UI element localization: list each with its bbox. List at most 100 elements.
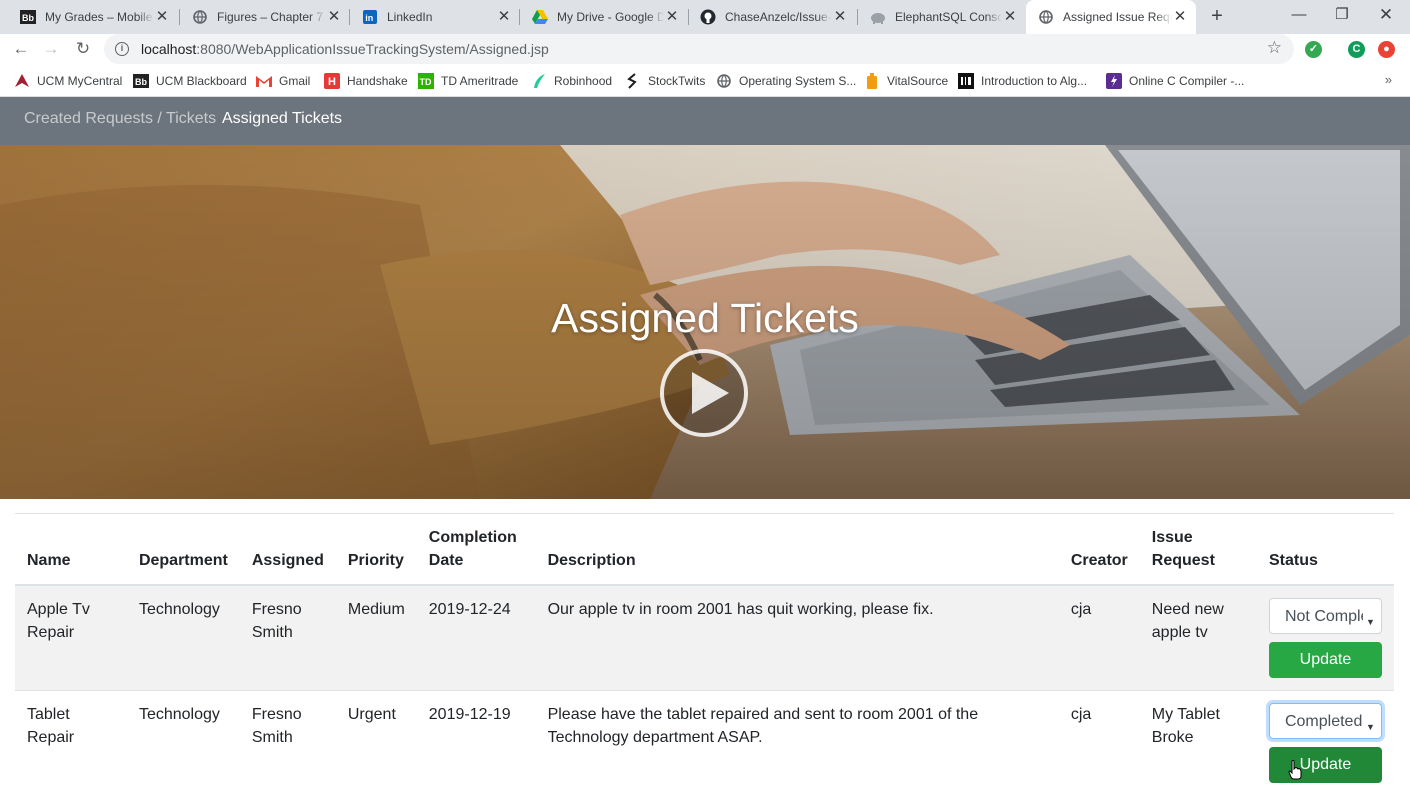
back-arrow-icon[interactable]: ← [10, 38, 32, 60]
bookmark-label: Operating System S... [739, 74, 856, 88]
extension-record-icon[interactable]: ● [1378, 41, 1395, 58]
bookmark-star-icon[interactable]: ☆ [1267, 38, 1282, 58]
browser-tab[interactable]: Figures – Chapter 7 ✕ [180, 0, 350, 34]
bookmark-item[interactable]: UCM MyCentral [14, 72, 122, 90]
browser-tab[interactable]: Bb My Grades – Mobile ✕ [8, 0, 178, 34]
bookmark-item[interactable]: TD TD Ameritrade [418, 72, 518, 90]
blackboard-icon: Bb [133, 73, 149, 89]
close-icon[interactable]: ✕ [664, 9, 680, 25]
svg-text:Bb: Bb [135, 77, 147, 87]
column-header-description: Description [536, 514, 1059, 585]
compiler-icon [1106, 73, 1122, 89]
svg-text:H: H [328, 76, 336, 88]
cell-department: Technology [127, 691, 240, 795]
close-icon[interactable]: ✕ [1172, 9, 1188, 25]
td-icon: TD [418, 73, 434, 89]
address-url[interactable]: localhost:8080/WebApplicationIssueTracki… [141, 41, 549, 57]
bookmark-label: VitalSource [887, 74, 948, 88]
minimize-icon[interactable]: — [1287, 4, 1311, 26]
cell-assigned: Fresno Smith [240, 585, 336, 691]
svg-text:Bb: Bb [22, 13, 34, 23]
nav-link-created-requests[interactable]: Created Requests / Tickets [24, 110, 216, 128]
bookmark-label: UCM MyCentral [37, 74, 122, 88]
bookmark-label: Robinhood [554, 74, 612, 88]
column-header-issue-request: Issue Request [1140, 514, 1257, 585]
bookmark-label: TD Ameritrade [441, 74, 518, 88]
assigned-tickets-table: Name Department Assigned Priority Comple… [15, 514, 1394, 795]
table-row: Apple Tv Repair Technology Fresno Smith … [15, 585, 1394, 691]
browser-tab[interactable]: in LinkedIn ✕ [350, 0, 520, 34]
hand-cursor-icon [1288, 760, 1302, 780]
browser-tab-active[interactable]: Assigned Issue Reque ✕ [1026, 0, 1196, 34]
status-select[interactable]: Completed ▼ [1269, 703, 1382, 739]
tab-title: ElephantSQL Console [895, 10, 1002, 24]
cell-assigned: Fresno Smith [240, 691, 336, 795]
update-button[interactable]: Update [1269, 747, 1382, 783]
update-button[interactable]: Update [1269, 642, 1382, 678]
maximize-icon[interactable]: ❐ [1330, 4, 1354, 26]
vitalsource-icon [864, 73, 880, 89]
chevron-down-icon: ▼ [1366, 611, 1375, 634]
forward-arrow-icon[interactable]: → [40, 38, 62, 60]
globe-icon [716, 73, 732, 89]
window-close-icon[interactable]: ✕ [1374, 4, 1398, 26]
browser-tab[interactable]: My Drive - Google Dr ✕ [520, 0, 688, 34]
cell-description: Our apple tv in room 2001 has quit worki… [536, 585, 1059, 691]
bookmark-item[interactable]: Operating System S... [716, 72, 856, 90]
bookmark-label: StockTwits [648, 74, 705, 88]
bookmarks-overflow-icon[interactable]: » [1385, 72, 1392, 87]
bookmark-label: Handshake [347, 74, 408, 88]
close-icon[interactable]: ✕ [496, 9, 512, 25]
bookmark-label: Online C Compiler -... [1129, 74, 1244, 88]
close-icon[interactable]: ✕ [832, 9, 848, 25]
browser-toolbar: ← → ↻ i localhost:8080/WebApplicationIss… [0, 34, 1410, 65]
browser-tab[interactable]: ElephantSQL Console ✕ [858, 0, 1026, 34]
new-tab-plus-icon[interactable]: + [1206, 5, 1228, 27]
address-bar[interactable]: i localhost:8080/WebApplicationIssueTrac… [104, 34, 1294, 64]
elephantsql-icon [870, 9, 886, 25]
close-icon[interactable]: ✕ [1002, 9, 1018, 25]
tab-title: Figures – Chapter 7 [217, 10, 326, 24]
hero-title: Assigned Tickets [0, 295, 1410, 342]
bookmark-item[interactable]: Robinhood [531, 72, 612, 90]
column-header-creator: Creator [1059, 514, 1140, 585]
bookmark-item[interactable]: Gmail [256, 72, 310, 90]
linkedin-icon: in [362, 9, 378, 25]
bookmark-item[interactable]: H Handshake [324, 72, 408, 90]
bookmark-label: Gmail [279, 74, 310, 88]
play-icon[interactable] [659, 348, 749, 438]
stocktwits-icon [625, 73, 641, 89]
github-icon [700, 9, 716, 25]
google-drive-icon [532, 9, 548, 25]
bookmark-item[interactable]: Bb UCM Blackboard [133, 72, 247, 90]
book-icon [958, 73, 974, 89]
bookmark-item[interactable]: StockTwits [625, 72, 705, 90]
cell-name: Apple Tv Repair [15, 585, 127, 691]
bookmark-item[interactable]: VitalSource [864, 72, 948, 90]
chevron-down-icon: ▼ [1366, 716, 1375, 739]
status-select[interactable]: Not Completed ▼ [1269, 598, 1382, 634]
table-header-row: Name Department Assigned Priority Comple… [15, 514, 1394, 585]
bookmark-item[interactable]: Introduction to Alg... [958, 72, 1087, 90]
close-icon[interactable]: ✕ [326, 9, 342, 25]
tab-title: My Grades – Mobile [45, 10, 154, 24]
column-header-department: Department [127, 514, 240, 585]
close-icon[interactable]: ✕ [154, 9, 170, 25]
info-icon[interactable]: i [115, 42, 129, 56]
cell-status: Not Completed ▼ Update [1257, 585, 1394, 691]
column-header-status: Status [1257, 514, 1394, 585]
cell-priority: Medium [336, 585, 417, 691]
browser-tab[interactable]: ChaseAnzelc/Issue-T ✕ [688, 0, 856, 34]
extension-check-icon[interactable]: ✓ [1305, 41, 1322, 58]
app-navbar: Created Requests / Tickets Assigned Tick… [0, 97, 1410, 145]
cell-creator: cja [1059, 585, 1140, 691]
cell-name: Tablet Repair [15, 691, 127, 795]
nav-link-assigned-tickets[interactable]: Assigned Tickets [222, 110, 342, 128]
blackboard-icon: Bb [20, 9, 36, 25]
bookmark-item[interactable]: Online C Compiler -... [1106, 72, 1244, 90]
reload-icon[interactable]: ↻ [72, 38, 94, 60]
tab-title: My Drive - Google Dr [557, 10, 664, 24]
svg-text:TD: TD [420, 77, 432, 87]
profile-avatar[interactable]: C [1348, 41, 1365, 58]
bookmark-label: UCM Blackboard [156, 74, 247, 88]
